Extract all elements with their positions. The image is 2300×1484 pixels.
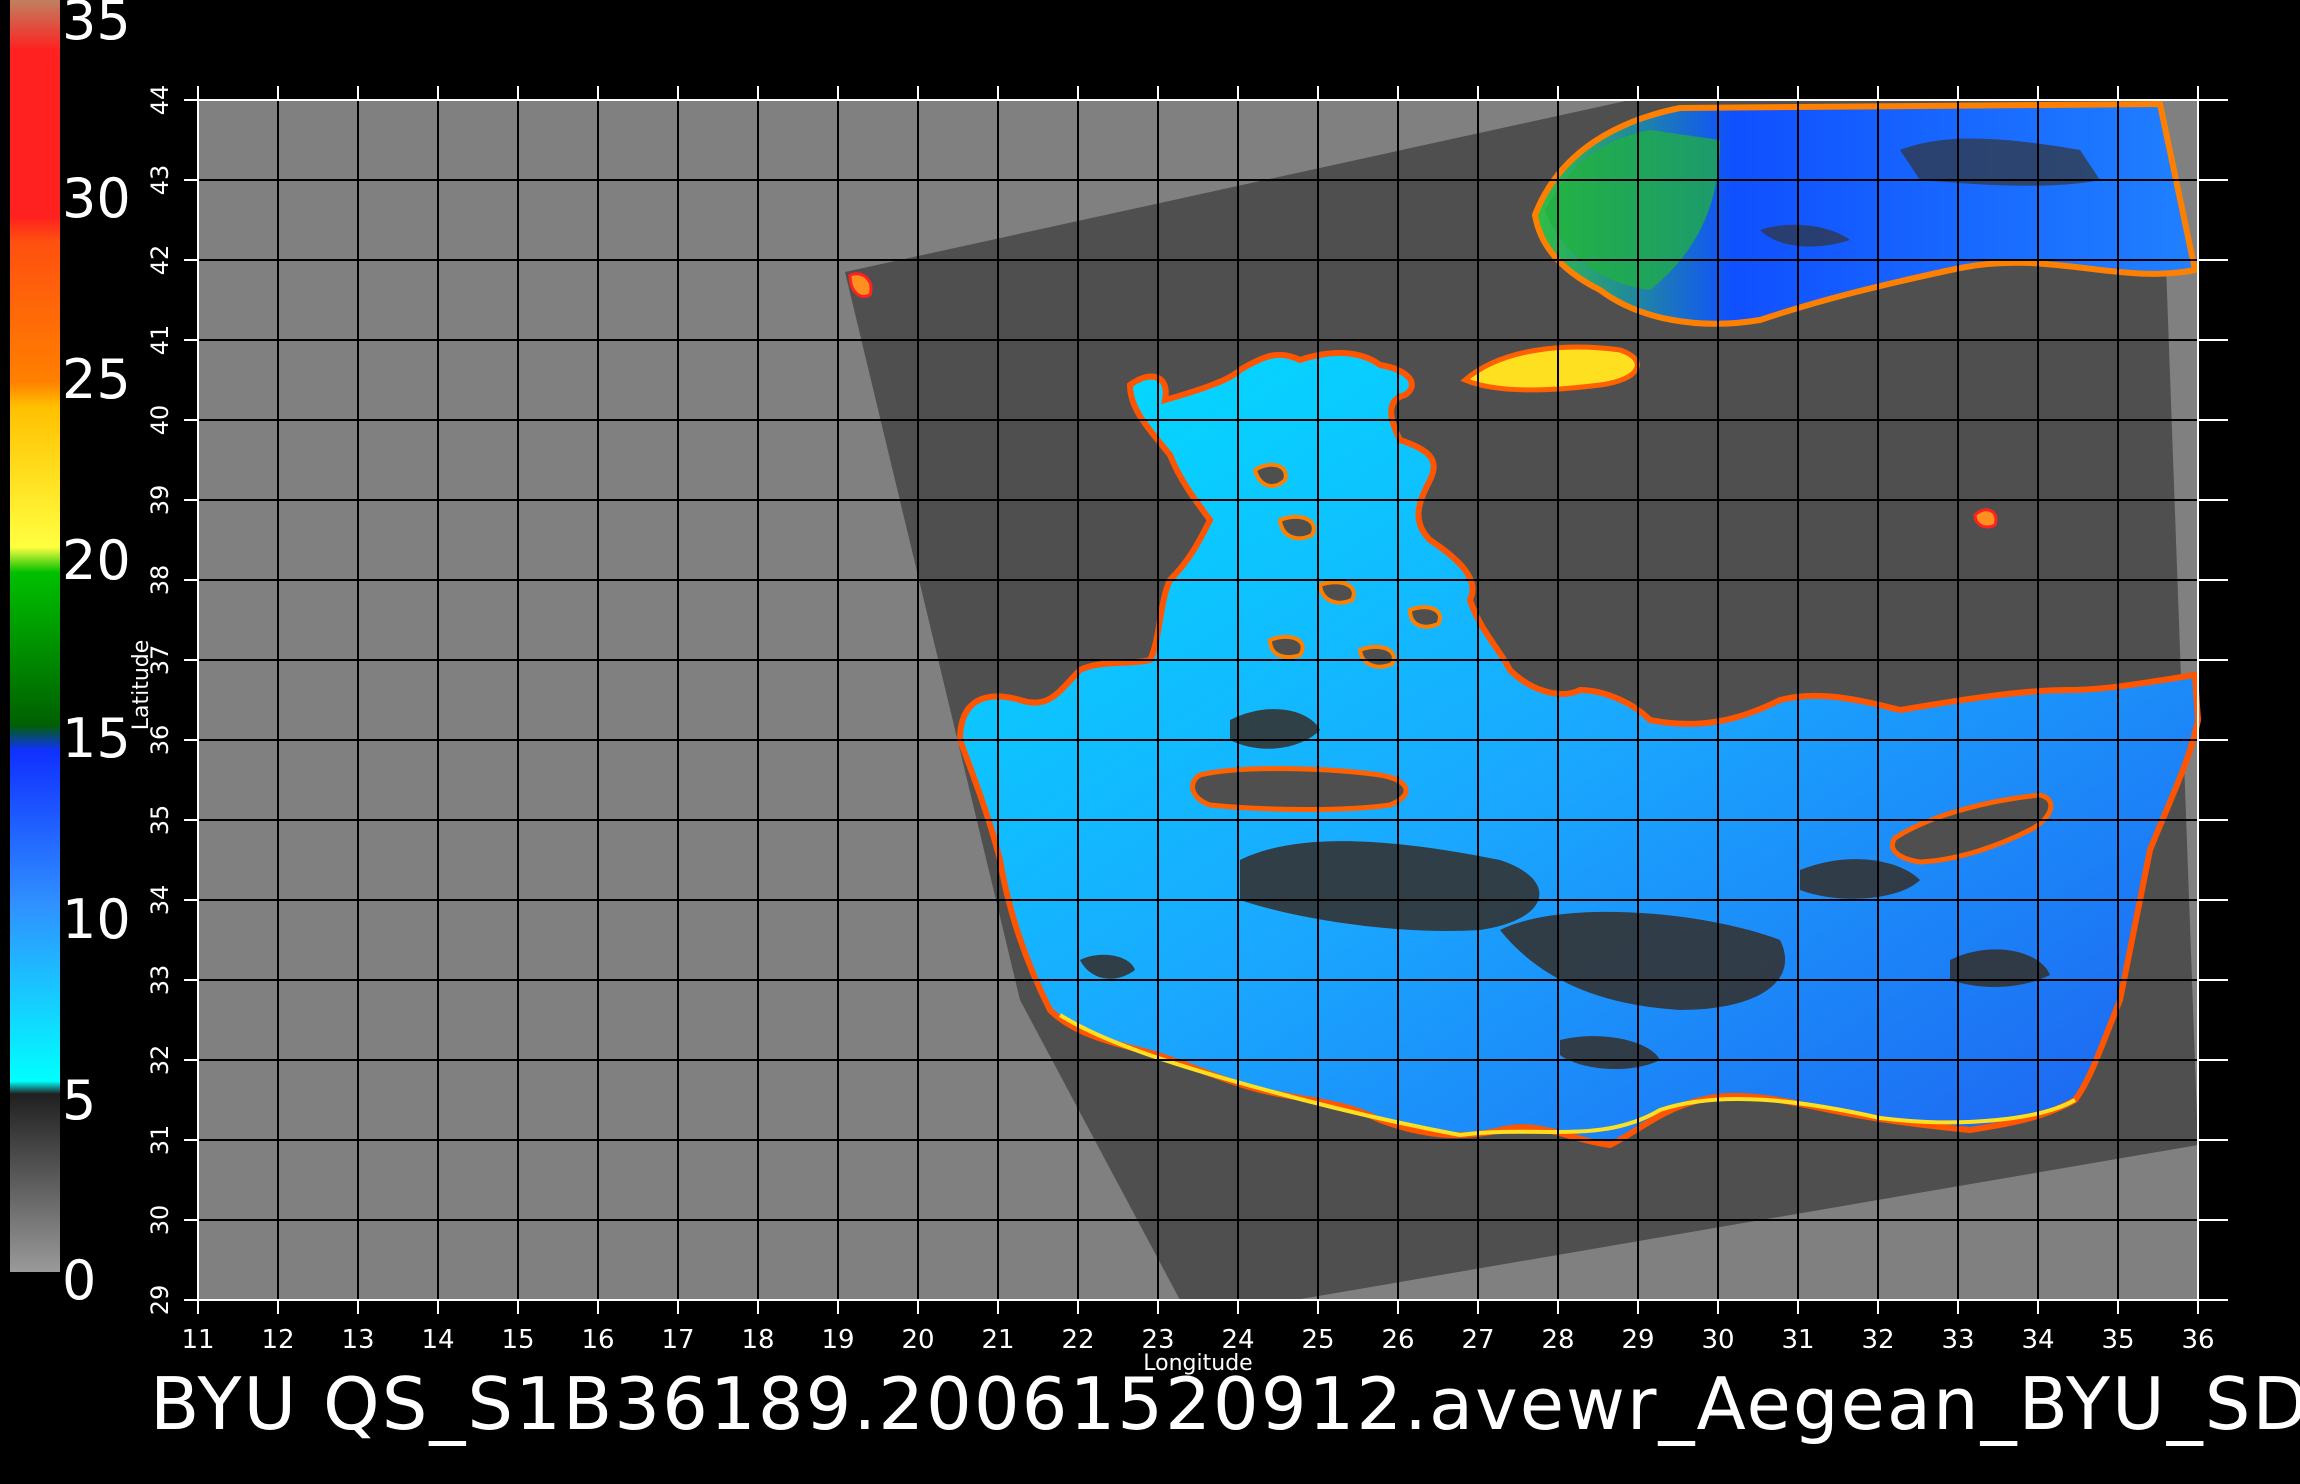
- image-caption: BYU QS_S1B36189.20061520912.avewr_Aegean…: [150, 1362, 2300, 1446]
- longitude-tick-label: 20: [901, 1325, 934, 1355]
- latitude-tick-label: 32: [146, 1045, 174, 1076]
- longitude-tick-label: 22: [1061, 1325, 1094, 1355]
- latitude-tick-label: 33: [146, 965, 174, 996]
- longitude-tick-label: 16: [581, 1325, 614, 1355]
- longitude-tick-label: 14: [421, 1325, 454, 1355]
- longitude-tick-label: 35: [2101, 1325, 2134, 1355]
- colorbar-label-5: 5: [62, 1069, 97, 1132]
- longitude-tick-label: 17: [661, 1325, 694, 1355]
- latitude-tick-label: 39: [146, 485, 174, 516]
- longitude-tick-label: 15: [501, 1325, 534, 1355]
- colorbar-label-10: 10: [62, 888, 131, 951]
- colorbar-label-35: 35: [62, 0, 131, 52]
- latitude-tick-label: 35: [146, 805, 174, 836]
- longitude-tick-label: 12: [261, 1325, 294, 1355]
- latitude-tick-label: 29: [146, 1285, 174, 1316]
- wind-speed-map-figure: 11 12 13 14 15 16 17 18 19 20 21 22 23 24 25 26 27 28 29 30…: [0, 0, 2300, 1480]
- colorbar-label-30: 30: [62, 167, 131, 230]
- y-axis-label: Latitude: [129, 640, 154, 731]
- latitude-tick-label: 40: [146, 405, 174, 436]
- longitude-tick-label: 11: [181, 1325, 214, 1355]
- latitude-tick-label: 43: [146, 165, 174, 196]
- longitude-tick-label: 18: [741, 1325, 774, 1355]
- longitude-tick-label: 28: [1541, 1325, 1574, 1355]
- latitude-tick-label: 42: [146, 245, 174, 276]
- colorbar-label-0: 0: [62, 1249, 97, 1312]
- colorbar-label-25: 25: [62, 348, 131, 411]
- longitude-tick-label: 36: [2181, 1325, 2214, 1355]
- longitude-tick-label: 19: [821, 1325, 854, 1355]
- longitude-tick-label: 30: [1701, 1325, 1734, 1355]
- longitude-tick-label: 21: [981, 1325, 1014, 1355]
- longitude-tick-label: 32: [1861, 1325, 1894, 1355]
- latitude-tick-label: 31: [146, 1125, 174, 1156]
- longitude-tick-label: 29: [1621, 1325, 1654, 1355]
- colorbar-label-15: 15: [62, 707, 131, 770]
- longitude-tick-label: 34: [2021, 1325, 2054, 1355]
- longitude-tick-label: 26: [1381, 1325, 1414, 1355]
- longitude-tick-label: 25: [1301, 1325, 1334, 1355]
- latitude-tick-label: 41: [146, 325, 174, 356]
- longitude-tick-label: 13: [341, 1325, 374, 1355]
- longitude-tick-label: 33: [1941, 1325, 1974, 1355]
- longitude-tick-label: 27: [1461, 1325, 1494, 1355]
- latitude-tick-label: 44: [146, 85, 174, 116]
- map-svg: 11 12 13 14 15 16 17 18 19 20 21 22 23 24 25 26 27 28 29 30…: [10, 0, 2228, 1376]
- colorbar-gradient: [10, 0, 60, 1272]
- latitude-tick-label: 38: [146, 565, 174, 596]
- latitude-tick-label: 34: [146, 885, 174, 916]
- colorbar-label-20: 20: [62, 529, 131, 592]
- crete-island: [1190, 766, 1409, 813]
- longitude-tick-label: 31: [1781, 1325, 1814, 1355]
- latitude-tick-label: 30: [146, 1205, 174, 1236]
